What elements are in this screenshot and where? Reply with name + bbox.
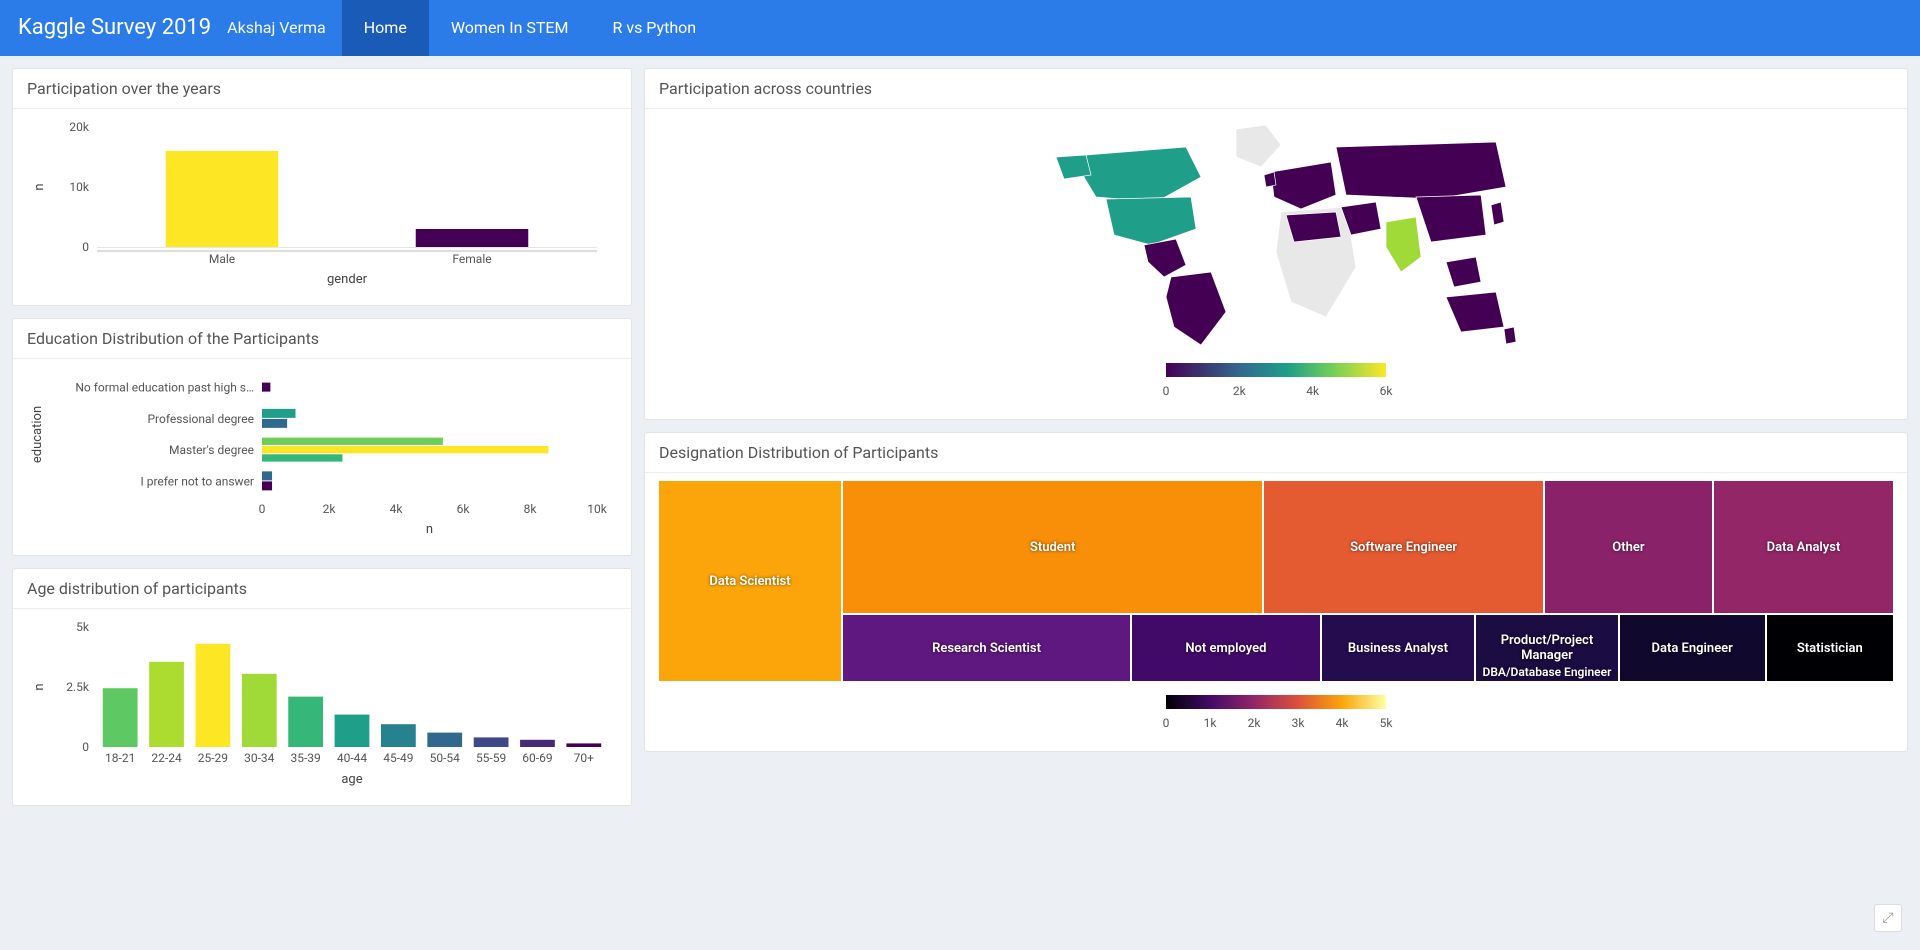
- treemap-legend: 0 1k 2k 3k 4k 5k: [1146, 689, 1406, 737]
- card-title: Participation over the years: [13, 69, 631, 109]
- treemap-cell-research-scientist[interactable]: Research Scientist: [843, 615, 1130, 681]
- svg-text:2k: 2k: [1233, 384, 1247, 398]
- card-title: Education Distribution of the Participan…: [13, 319, 631, 359]
- chart-education[interactable]: 0 2k 4k 6k 8k 10k No formal education past hig…: [27, 367, 617, 537]
- svg-text:40-44: 40-44: [337, 751, 368, 765]
- svg-text:n: n: [32, 183, 47, 190]
- svg-text:2k: 2k: [323, 502, 337, 516]
- svg-text:Professional degree: Professional degree: [147, 412, 254, 426]
- svg-text:Male: Male: [209, 252, 235, 266]
- treemap-cell-business-analyst[interactable]: Business Analyst: [1322, 615, 1474, 681]
- svg-text:22-24: 22-24: [151, 751, 182, 765]
- svg-text:0: 0: [259, 502, 266, 516]
- svg-text:35-39: 35-39: [290, 751, 320, 765]
- chart-treemap[interactable]: Data Scientist Student Software Engineer…: [659, 481, 1893, 681]
- svg-text:6k: 6k: [1380, 384, 1394, 398]
- svg-text:10k: 10k: [587, 502, 607, 516]
- card-participation-years: Participation over the years 0 10k 20k Male…: [12, 68, 632, 306]
- svg-text:8k: 8k: [524, 502, 538, 516]
- svg-text:age: age: [341, 772, 362, 787]
- svg-text:1k: 1k: [1204, 716, 1218, 730]
- svg-text:20k: 20k: [69, 120, 89, 134]
- svg-text:0: 0: [1163, 716, 1170, 730]
- svg-text:10k: 10k: [69, 180, 89, 194]
- svg-text:Female: Female: [452, 252, 491, 266]
- svg-text:I prefer not to answer: I prefer not to answer: [140, 474, 254, 488]
- tab-women-in-stem[interactable]: Women In STEM: [429, 0, 591, 56]
- treemap-cell-data-analyst[interactable]: Data Analyst: [1714, 481, 1893, 613]
- dashboard: Participation over the years 0 10k 20k Male…: [0, 56, 1920, 818]
- card-countries: Participation across countries 0 2k 4k 6k: [644, 68, 1908, 420]
- svg-text:gender: gender: [327, 272, 368, 287]
- svg-text:n: n: [426, 522, 433, 537]
- svg-text:2k: 2k: [1248, 716, 1262, 730]
- svg-text:n: n: [32, 683, 47, 690]
- expand-icon: ⤢: [1882, 910, 1893, 926]
- svg-text:3k: 3k: [1292, 716, 1306, 730]
- chart-age[interactable]: 0 2.5k 5k 18-21 22-24 25-29 30-34 35-39 40-44 45-…: [27, 617, 617, 787]
- treemap-cell-software-engineer[interactable]: Software Engineer: [1264, 481, 1542, 613]
- treemap-cell-statistician[interactable]: Statistician: [1767, 615, 1893, 681]
- svg-text:5k: 5k: [1380, 716, 1394, 730]
- svg-text:50-54: 50-54: [430, 751, 461, 765]
- svg-text:education: education: [30, 406, 45, 463]
- tab-r-vs-python[interactable]: R vs Python: [591, 0, 719, 56]
- chart-participation-years[interactable]: 0 10k 20k Male Female gender n: [27, 117, 617, 287]
- treemap-cell-product-project-manager[interactable]: Product/Project Manager DBA/Database Eng…: [1476, 615, 1618, 681]
- svg-text:5k: 5k: [76, 620, 90, 634]
- app-title: Kaggle Survey 2019: [18, 0, 211, 56]
- treemap-cell-other[interactable]: Other: [1545, 481, 1712, 613]
- navbar: Kaggle Survey 2019 Akshaj Verma Home Wom…: [0, 0, 1920, 56]
- tab-home[interactable]: Home: [342, 0, 429, 56]
- svg-text:4k: 4k: [1306, 384, 1320, 398]
- chart-world-map[interactable]: [1036, 117, 1516, 357]
- svg-text:30-34: 30-34: [244, 751, 275, 765]
- svg-text:25-29: 25-29: [198, 751, 228, 765]
- svg-text:6k: 6k: [457, 502, 471, 516]
- map-legend: 0 2k 4k 6k: [1146, 357, 1406, 405]
- svg-text:60-69: 60-69: [522, 751, 552, 765]
- svg-text:Master's degree: Master's degree: [169, 443, 254, 457]
- svg-text:0: 0: [1163, 384, 1170, 398]
- card-age: Age distribution of participants 0 2.5k 5k…: [12, 568, 632, 806]
- treemap-cell-student[interactable]: Student: [843, 481, 1262, 613]
- app-subtitle: Akshaj Verma: [227, 0, 326, 56]
- svg-text:0: 0: [82, 740, 89, 754]
- svg-text:4k: 4k: [1336, 716, 1350, 730]
- treemap-cell-dba[interactable]: DBA/Database Engineer: [1483, 665, 1612, 679]
- treemap-cell-data-engineer[interactable]: Data Engineer: [1620, 615, 1765, 681]
- card-designation: Designation Distribution of Participants…: [644, 432, 1908, 752]
- svg-text:55-59: 55-59: [476, 751, 506, 765]
- svg-text:70+: 70+: [574, 751, 594, 765]
- card-title: Participation across countries: [645, 69, 1907, 109]
- card-education: Education Distribution of the Participan…: [12, 318, 632, 556]
- treemap-cell-not-employed[interactable]: Not employed: [1132, 615, 1320, 681]
- svg-text:No formal education past high: No formal education past high s…: [75, 381, 254, 395]
- card-title: Designation Distribution of Participants: [645, 433, 1907, 473]
- svg-text:2.5k: 2.5k: [66, 680, 90, 694]
- svg-text:45-49: 45-49: [383, 751, 413, 765]
- svg-text:18-21: 18-21: [105, 751, 135, 765]
- treemap-cell-data-scientist[interactable]: Data Scientist: [659, 481, 841, 681]
- expand-button[interactable]: ⤢: [1874, 904, 1902, 932]
- svg-text:0: 0: [82, 240, 89, 254]
- card-title: Age distribution of participants: [13, 569, 631, 609]
- svg-text:4k: 4k: [390, 502, 404, 516]
